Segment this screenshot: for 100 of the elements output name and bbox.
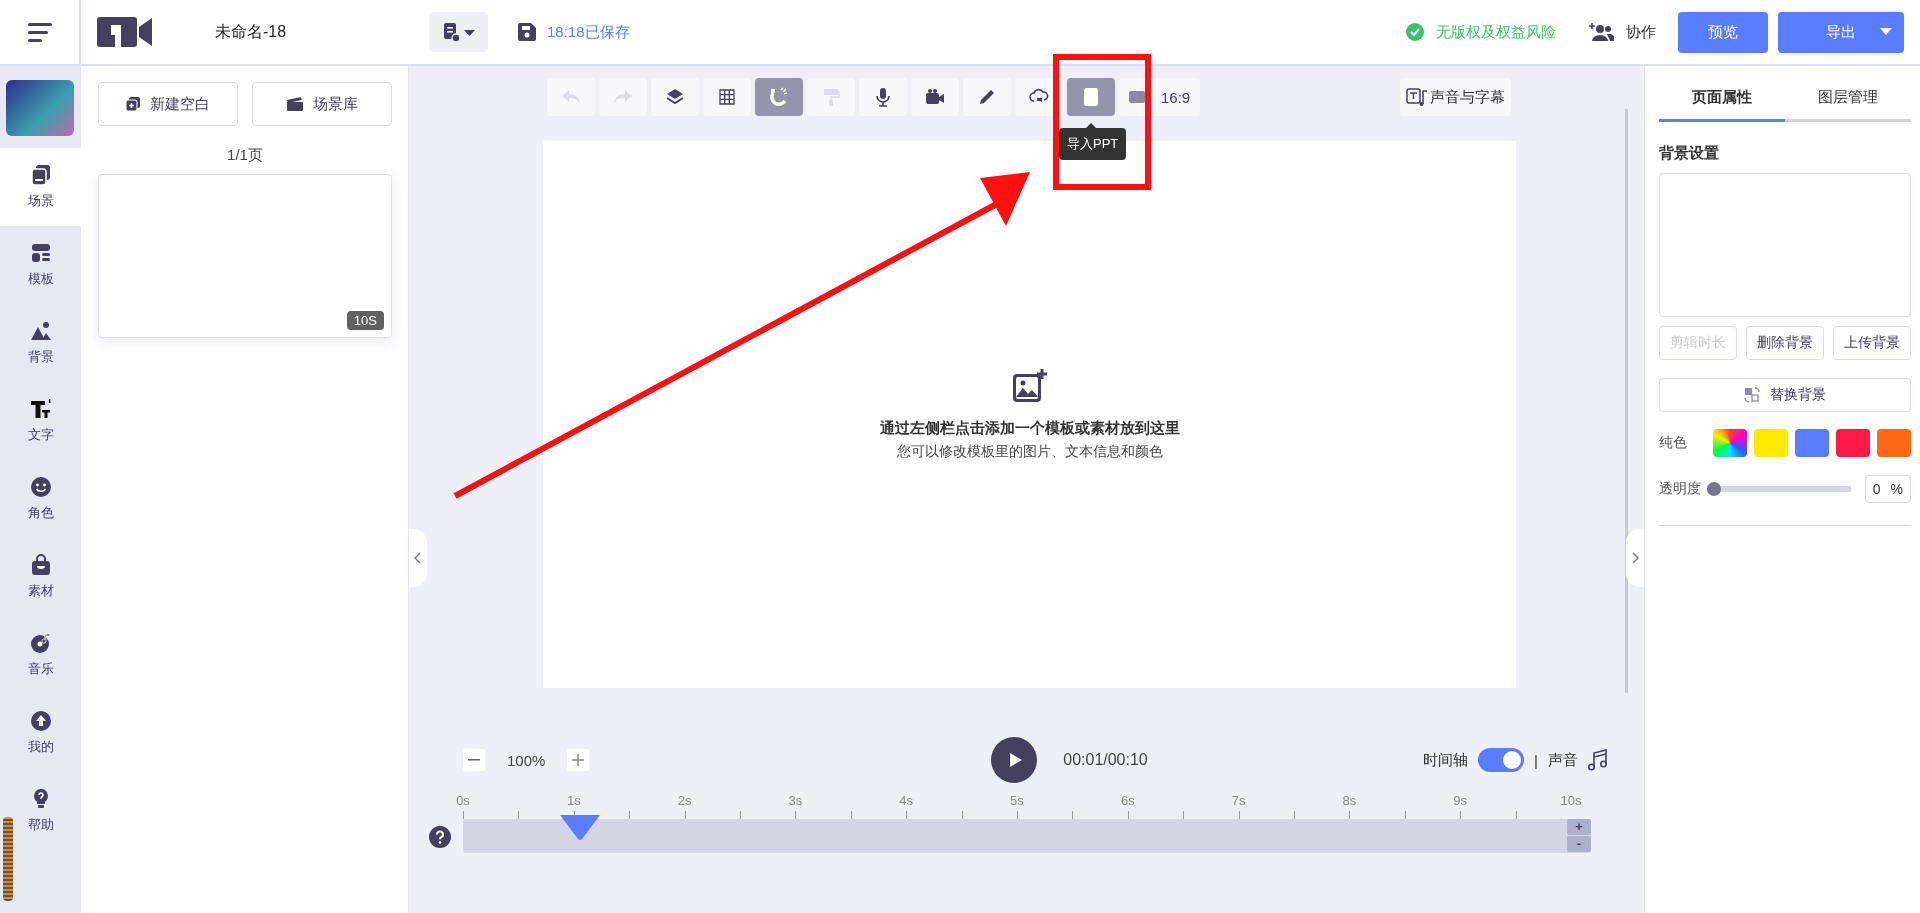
color-spectrum-swatch[interactable] — [1713, 429, 1747, 457]
add-copy-icon — [126, 97, 140, 111]
playback-time: 00:01/00:10 — [1063, 751, 1148, 769]
microphone-tool-button[interactable] — [859, 78, 907, 116]
nav-item[interactable]: 我的 — [0, 694, 81, 772]
tooltip: 导入PPT — [1059, 128, 1127, 160]
nav-item[interactable]: 背景 — [0, 304, 81, 382]
music-note-icon[interactable] — [1588, 749, 1608, 771]
pencil-icon — [977, 87, 997, 107]
separator: | — [1534, 751, 1538, 769]
export-button[interactable]: 导出 — [1778, 11, 1904, 53]
smiley-icon — [29, 476, 52, 498]
layers-icon — [665, 87, 685, 107]
playhead-handle[interactable] — [557, 813, 602, 841]
chevron-left-icon — [414, 552, 422, 564]
scene-library-button[interactable]: 场景库 — [252, 82, 392, 126]
nav-item[interactable]: 音乐 — [0, 616, 81, 694]
save-icon — [518, 23, 536, 41]
check-circle-icon — [1406, 23, 1424, 41]
caret-icon — [1880, 28, 1892, 36]
video-camera-logo — [97, 15, 153, 49]
template-icon — [29, 242, 52, 264]
time-tick-label: 2s — [677, 793, 692, 808]
opacity-label: 透明度 — [1659, 480, 1701, 498]
time-tick-label: 9s — [1453, 793, 1468, 808]
bag-icon — [29, 554, 52, 576]
time-tick-label: 0s — [456, 793, 470, 808]
preview-button[interactable]: 预览 — [1678, 11, 1768, 53]
timeline-zoom-out-button[interactable]: - — [1567, 836, 1591, 852]
new-blank-button[interactable]: 新建空白 — [98, 82, 238, 126]
aspect-ratio-button[interactable]: 16:9 — [1119, 78, 1201, 116]
nav-item[interactable]: 模板 — [0, 226, 81, 304]
shapes-icon — [29, 320, 52, 342]
canvas-hint-text: 您可以修改模板里的图片、文本信息和颜色 — [896, 442, 1163, 461]
background-action-button[interactable]: 上传背景 — [1833, 326, 1911, 360]
zoom-out-button[interactable] — [463, 749, 485, 771]
cover-photo-placeholder[interactable] — [6, 80, 74, 136]
panel-tab[interactable]: 图层管理 — [1785, 80, 1911, 122]
duration-badge: 10S — [346, 311, 384, 330]
layers-tool-button[interactable] — [651, 78, 699, 116]
color-swatch[interactable] — [1877, 429, 1911, 457]
pages-icon — [29, 164, 52, 186]
opacity-field[interactable]: 0 % — [1864, 475, 1911, 503]
voice-subtitles-button[interactable]: 声音与字幕 — [1400, 78, 1511, 116]
upload-circle-icon — [29, 710, 52, 732]
save-status: 18:18已保存 — [547, 22, 630, 42]
menu-icon[interactable] — [27, 22, 52, 42]
background-action-button[interactable]: 删除背景 — [1746, 326, 1824, 360]
video-camera-tool-button[interactable] — [911, 78, 959, 116]
time-tick-label: 6s — [1120, 793, 1135, 808]
color-swatch[interactable] — [1795, 429, 1829, 457]
nav-item[interactable]: 帮助 — [0, 772, 81, 850]
color-swatch[interactable] — [1754, 429, 1788, 457]
time-tick-label: 1s — [566, 793, 581, 808]
grid-tool-button[interactable] — [703, 78, 751, 116]
plus-icon — [572, 754, 585, 766]
slider-thumb[interactable] — [1707, 482, 1721, 496]
copyright-status: 无版权及权益风险 — [1436, 22, 1556, 42]
help-icon[interactable] — [429, 826, 451, 848]
timeline-toggle[interactable] — [1478, 748, 1525, 772]
time-tick-label: 8s — [1342, 793, 1357, 808]
clapperboard-icon — [286, 97, 303, 111]
add-image-icon — [1011, 368, 1048, 405]
nav-item[interactable]: 素材 — [0, 538, 81, 616]
paint-roller-icon — [821, 87, 841, 107]
section-title: 背景设置 — [1659, 144, 1720, 163]
sound-label: 声音 — [1548, 750, 1578, 770]
document-menu-button[interactable] — [429, 12, 488, 52]
zoom-in-button[interactable] — [567, 749, 590, 771]
ppt-icon — [1081, 87, 1101, 107]
canvas-hint-title: 通过左侧栏点击添加一个模板或素材放到这里 — [879, 418, 1180, 438]
add-people-icon[interactable] — [1588, 23, 1614, 41]
pencil-tool-button[interactable] — [963, 78, 1011, 116]
color-swatch[interactable] — [1836, 429, 1870, 457]
music-disc-icon — [29, 632, 52, 654]
collaborate-link[interactable]: 协作 — [1626, 22, 1656, 42]
collapse-left-handle[interactable] — [409, 529, 427, 587]
time-tick-label: 3s — [788, 793, 803, 808]
magnet-icon — [769, 87, 789, 107]
panel-tab[interactable]: 页面属性 — [1659, 80, 1785, 122]
time-tick-label: 5s — [1010, 793, 1024, 808]
replace-background-button[interactable]: 替换背景 — [1659, 378, 1911, 412]
play-button[interactable] — [991, 737, 1038, 783]
minus-icon — [468, 759, 480, 761]
rectangle-icon — [1129, 91, 1145, 103]
scrollbar[interactable] — [1625, 109, 1628, 693]
microphone-icon — [873, 87, 893, 107]
timeline-label: 时间轴 — [1423, 750, 1469, 770]
grid-icon — [717, 87, 737, 107]
time-tick-label: 7s — [1231, 793, 1246, 808]
timeline-zoom-in-button[interactable]: + — [1567, 819, 1591, 835]
collapse-right-handle[interactable] — [1626, 529, 1644, 587]
page-count: 1/1页 — [226, 146, 264, 165]
nav-item[interactable]: 场景 — [0, 148, 81, 226]
text-icon — [29, 398, 52, 420]
project-name[interactable]: 未命名-18 — [215, 21, 429, 43]
nav-item[interactable]: 文字 — [0, 382, 81, 460]
nav-item[interactable]: 角色 — [0, 460, 81, 538]
scene-card[interactable]: 10S — [98, 174, 392, 338]
play-icon — [1009, 752, 1024, 768]
